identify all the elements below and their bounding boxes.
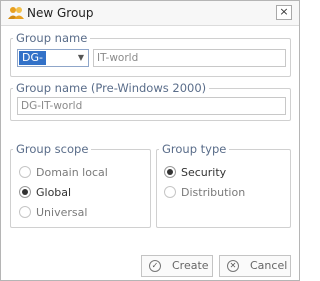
prefix-dropdown[interactable]: DG- ▼ xyxy=(17,49,89,67)
radio-label: Global xyxy=(36,186,72,199)
radio-unchecked-icon xyxy=(164,186,176,198)
cancel-button-label: Cancel xyxy=(250,259,288,272)
new-group-dialog: New Group × Group name DG- ▼ IT-world Gr… xyxy=(0,0,300,281)
cancel-button[interactable]: ✕ Cancel xyxy=(219,255,291,277)
group-name-legend: Group name xyxy=(16,31,88,45)
group-type-section: Group type xyxy=(156,142,291,228)
prefix-value: DG- xyxy=(19,51,46,65)
create-button[interactable]: ✓ Create xyxy=(141,255,213,277)
close-icon: × xyxy=(279,5,289,18)
group-users-icon xyxy=(8,7,24,19)
group-type-legend: Group type xyxy=(162,142,227,156)
pre-windows-name-input[interactable]: DG-IT-world xyxy=(17,97,286,115)
radio-checked-icon xyxy=(19,186,31,198)
close-button[interactable]: × xyxy=(276,5,292,20)
radio-checked-icon xyxy=(164,166,176,178)
group-name-input[interactable]: IT-world xyxy=(93,49,286,67)
radio-label: Distribution xyxy=(181,186,246,199)
window-title: New Group xyxy=(27,6,94,20)
radio-label: Domain local xyxy=(36,166,108,179)
radio-label: Universal xyxy=(36,206,88,219)
pre-windows-name-legend: Group name (Pre-Windows 2000) xyxy=(16,81,207,95)
cancel-circle-icon: ✕ xyxy=(227,260,239,272)
radio-label: Security xyxy=(181,166,227,179)
title-bar: New Group × xyxy=(1,1,299,26)
chevron-down-icon: ▼ xyxy=(77,53,84,62)
create-button-label: Create xyxy=(172,259,209,272)
check-circle-icon: ✓ xyxy=(149,260,161,272)
radio-unchecked-icon xyxy=(19,166,31,178)
radio-unchecked-icon xyxy=(19,206,31,218)
group-scope-legend: Group scope xyxy=(16,142,89,156)
